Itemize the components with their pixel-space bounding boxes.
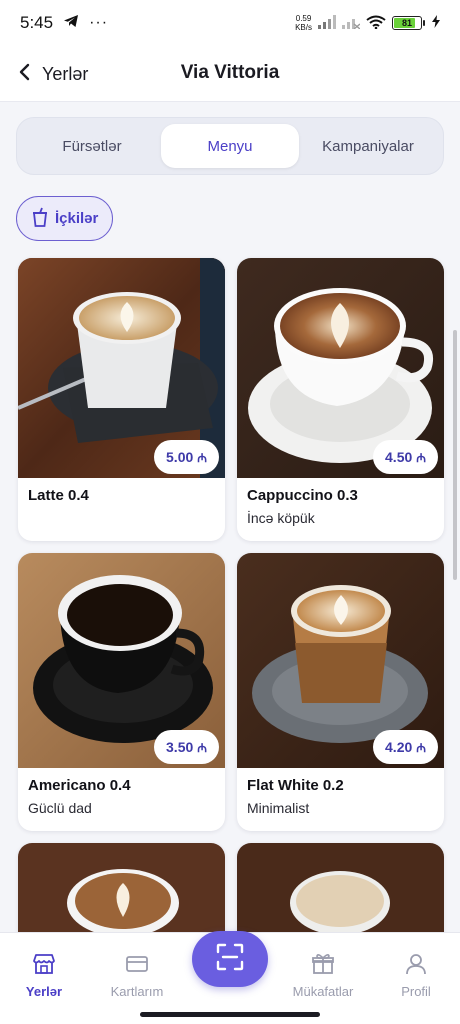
product-name: Latte 0.4 bbox=[28, 487, 89, 504]
telegram-icon bbox=[63, 14, 79, 33]
category-chip-drinks[interactable]: İçkilər bbox=[16, 196, 114, 241]
segment-tabs: Fürsətlər Menyu Kampaniyalar bbox=[16, 117, 444, 175]
app-header: Yerlər Via Vittoria bbox=[0, 46, 460, 102]
tab-campaigns[interactable]: Kampaniyalar bbox=[299, 124, 437, 168]
more-dots-icon: ··· bbox=[89, 14, 109, 31]
speed-value: 0.59 bbox=[295, 14, 312, 23]
product-card[interactable]: 3.50 ₼ Americano 0.4 Güclü dad bbox=[18, 553, 225, 831]
bottom-nav: Yerlər Kartlarım Mükafatlar Profil bbox=[0, 931, 460, 1024]
price-badge: 5.00 ₼ bbox=[154, 440, 219, 474]
price-value: 3.50 bbox=[166, 739, 194, 755]
product-description: İncə köpük bbox=[247, 510, 315, 526]
tab-menu[interactable]: Menyu bbox=[161, 124, 299, 168]
page-title: Via Vittoria bbox=[180, 62, 280, 83]
battery-indicator: 81 bbox=[392, 16, 425, 30]
price-value: 4.20 bbox=[385, 739, 413, 755]
store-icon bbox=[31, 951, 57, 980]
nav-item-profile[interactable]: Profil bbox=[370, 951, 460, 999]
drink-cup-icon bbox=[31, 207, 49, 231]
nav-item-places[interactable]: Yerlər bbox=[0, 951, 90, 999]
price-badge: 4.20 ₼ bbox=[373, 730, 438, 764]
status-bar: 5:45 ··· 0.59 KB/s 81 bbox=[0, 0, 460, 46]
scan-button[interactable] bbox=[192, 931, 268, 987]
network-speed: 0.59 KB/s bbox=[295, 14, 312, 32]
charging-icon bbox=[432, 15, 440, 31]
product-name: Cappuccino 0.3 bbox=[247, 487, 358, 504]
wifi-icon bbox=[366, 15, 386, 32]
speed-unit: KB/s bbox=[295, 23, 312, 32]
signal-icon bbox=[318, 14, 336, 32]
price-badge: 3.50 ₼ bbox=[154, 730, 219, 764]
price-value: 5.00 bbox=[166, 449, 194, 465]
price-value: 4.50 bbox=[385, 449, 413, 465]
product-description: Güclü dad bbox=[28, 800, 92, 816]
status-time: 5:45 bbox=[20, 13, 54, 32]
product-card[interactable]: 5.00 ₼ Latte 0.4 bbox=[18, 258, 225, 541]
user-icon bbox=[403, 951, 429, 980]
nav-item-rewards[interactable]: Mükafatlar bbox=[277, 951, 369, 999]
nav-label: Yerlər bbox=[25, 984, 63, 999]
tab-offers[interactable]: Fürsətlər bbox=[23, 124, 161, 168]
category-chip-label: İçkilər bbox=[55, 210, 99, 227]
product-description: Minimalist bbox=[247, 800, 310, 816]
product-name: Americano 0.4 bbox=[28, 777, 131, 794]
nav-label: Profil bbox=[401, 984, 431, 999]
scrollbar[interactable] bbox=[453, 330, 457, 580]
product-card[interactable]: 4.20 ₼ Flat White 0.2 Minimalist bbox=[237, 553, 444, 831]
currency-symbol: ₼ bbox=[197, 740, 207, 755]
product-card[interactable]: 4.50 ₼ Cappuccino 0.3 İncə köpük bbox=[237, 258, 444, 541]
product-name: Flat White 0.2 bbox=[247, 777, 344, 794]
battery-level: 81 bbox=[401, 18, 412, 28]
home-indicator[interactable] bbox=[140, 1012, 320, 1017]
currency-symbol: ₼ bbox=[416, 450, 426, 465]
nav-label: Kartlarım bbox=[110, 984, 164, 999]
card-icon bbox=[124, 951, 150, 980]
nav-item-cards[interactable]: Kartlarım bbox=[91, 951, 183, 999]
gift-icon bbox=[310, 951, 336, 980]
nav-label: Mükafatlar bbox=[292, 984, 354, 999]
currency-symbol: ₼ bbox=[197, 450, 207, 465]
currency-symbol: ₼ bbox=[416, 740, 426, 755]
scan-icon bbox=[215, 942, 245, 977]
signal-off-icon bbox=[342, 15, 361, 32]
price-badge: 4.50 ₼ bbox=[373, 440, 438, 474]
